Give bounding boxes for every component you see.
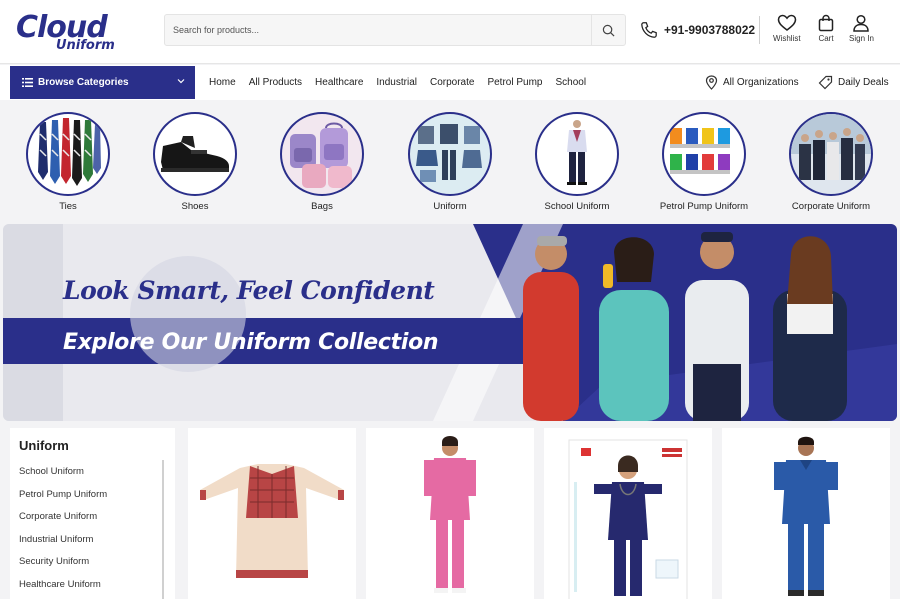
location-pin-icon (705, 75, 718, 90)
site-logo[interactable]: Cloud Uniform (16, 12, 126, 56)
daily-deals-label: Daily Deals (838, 77, 889, 88)
search-input[interactable] (165, 15, 593, 45)
category-uniform[interactable]: Uniform (395, 112, 505, 212)
browse-categories-button[interactable]: Browse Categories (10, 66, 195, 99)
phone-number: +91-9903788022 (664, 23, 756, 37)
sidebar-title: Uniform (19, 438, 69, 453)
banner-tagline: Look Smart, Feel Confident (63, 276, 435, 305)
cart-button[interactable]: Cart (817, 14, 835, 46)
site-header: Cloud Uniform +91-9903788022 Wishlist Ca… (0, 0, 900, 64)
sidebar-item-security-uniform[interactable]: Security Uniform (19, 556, 107, 579)
category-image-corporate-uniform (789, 112, 873, 196)
sidebar-item-corporate-uniform[interactable]: Corporate Uniform (19, 511, 107, 534)
sidebar-item-healthcare-uniform[interactable]: Healthcare Uniform (19, 579, 107, 599)
sign-in-button[interactable]: Sign In (849, 14, 874, 46)
wishlist-button[interactable]: Wishlist (773, 14, 801, 46)
category-label: School Uniform (544, 201, 610, 212)
category-image-school-uniform (535, 112, 619, 196)
all-organizations-label: All Organizations (723, 77, 799, 88)
product-card[interactable] (366, 428, 534, 599)
category-ties[interactable]: Ties (13, 112, 123, 212)
sidebar-item-school-uniform[interactable]: School Uniform (19, 466, 107, 489)
category-petrol-pump-uniform[interactable]: Petrol Pump Uniform (649, 112, 759, 212)
search-button[interactable] (591, 15, 625, 45)
product-image-kurta (200, 464, 344, 578)
list-icon (22, 78, 33, 87)
category-image-bags (280, 112, 364, 196)
category-image-ties (26, 112, 110, 196)
search-bar (164, 14, 626, 46)
heart-icon (777, 14, 797, 31)
nav-links: Home All Products Healthcare Industrial … (209, 65, 586, 100)
sidebar-item-industrial-uniform[interactable]: Industrial Uniform (19, 534, 107, 557)
hero-banner[interactable]: Look Smart, Feel Confident Explore Our U… (3, 224, 897, 421)
product-image-pink-scrubs (424, 436, 476, 593)
search-icon (602, 24, 615, 36)
banner-graphic (3, 224, 897, 421)
phone-contact[interactable]: +91-9903788022 (640, 18, 755, 42)
sidebar-list: School Uniform Petrol Pump Uniform Corpo… (19, 466, 107, 599)
banner-cta-text[interactable]: Explore Our Uniform Collection (63, 330, 439, 355)
category-corporate-uniform[interactable]: Corporate Uniform (776, 112, 886, 212)
product-card[interactable] (188, 428, 356, 599)
category-carousel: Ties Shoes Bags Uniform School Uniform P… (0, 101, 900, 219)
logo-text-uniform: Uniform (56, 38, 115, 53)
category-image-uniform (408, 112, 492, 196)
nav-link-corporate[interactable]: Corporate (430, 77, 474, 88)
browse-categories-label: Browse Categories (38, 77, 129, 88)
all-organizations-link[interactable]: All Organizations (705, 65, 799, 100)
nav-link-all-products[interactable]: All Products (249, 77, 302, 88)
chevron-down-icon (177, 79, 185, 84)
product-card[interactable] (722, 428, 890, 599)
nav-link-petrol-pump[interactable]: Petrol Pump (487, 77, 542, 88)
header-divider (759, 16, 760, 44)
product-image-navy-scrubs (568, 439, 688, 599)
shopping-bag-icon (818, 14, 834, 32)
category-label: Corporate Uniform (791, 201, 871, 212)
category-image-shoes (153, 112, 237, 196)
category-image-petrol-pump-uniform (662, 112, 746, 196)
category-label: Shoes (181, 201, 209, 212)
category-label: Bags (311, 201, 333, 212)
product-image-blue-scrubs (774, 436, 838, 596)
category-label: Uniform (433, 201, 467, 212)
cart-label: Cart (818, 34, 834, 43)
phone-icon (641, 22, 657, 38)
nav-link-home[interactable]: Home (209, 77, 236, 88)
nav-link-healthcare[interactable]: Healthcare (315, 77, 363, 88)
tag-icon (818, 75, 833, 90)
sign-in-label: Sign In (849, 34, 874, 43)
category-bags[interactable]: Bags (267, 112, 377, 212)
sidebar-scrollbar[interactable] (162, 460, 164, 599)
category-label: Petrol Pump Uniform (659, 201, 749, 212)
main-nav: Browse Categories Home All Products Heal… (0, 65, 900, 100)
nav-link-industrial[interactable]: Industrial (376, 77, 417, 88)
nav-link-school[interactable]: School (555, 77, 586, 88)
product-card[interactable] (544, 428, 712, 599)
wishlist-label: Wishlist (773, 34, 801, 43)
sidebar-item-petrol-pump-uniform[interactable]: Petrol Pump Uniform (19, 489, 107, 512)
uniform-sidebar: Uniform School Uniform Petrol Pump Unifo… (10, 428, 175, 599)
category-school-uniform[interactable]: School Uniform (522, 112, 632, 212)
category-label: Ties (59, 201, 77, 212)
user-icon (853, 14, 870, 32)
category-shoes[interactable]: Shoes (140, 112, 250, 212)
daily-deals-link[interactable]: Daily Deals (818, 65, 889, 100)
